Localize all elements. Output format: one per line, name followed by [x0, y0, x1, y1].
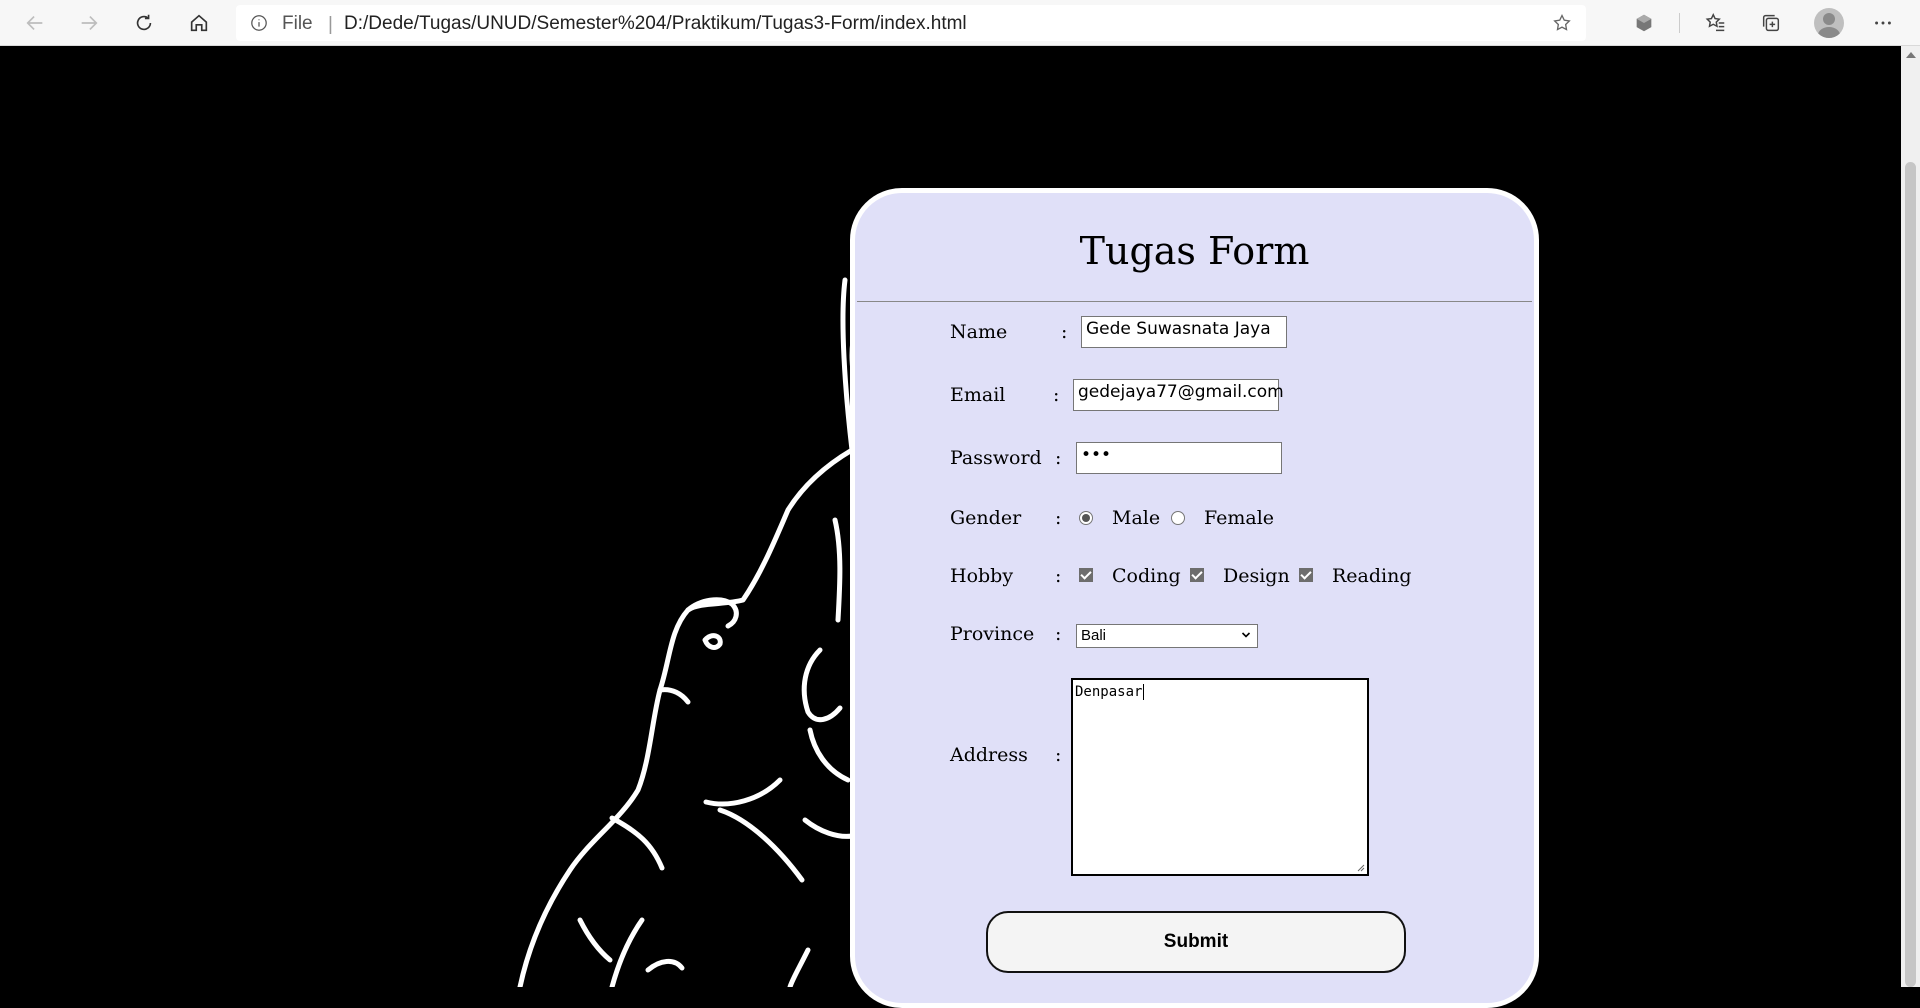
info-icon[interactable]: [250, 14, 268, 32]
gender-label: Gender: [950, 507, 1022, 529]
province-label: Province: [950, 623, 1035, 645]
hobby-colon: :: [1055, 565, 1062, 587]
form-card: Tugas Form Name : Gede Suwasnata Jaya Em…: [850, 188, 1539, 1008]
star-icon[interactable]: [1552, 13, 1572, 33]
submit-button[interactable]: Submit: [986, 911, 1406, 973]
form-title: Tugas Form: [1079, 229, 1310, 273]
collections-icon: [1762, 14, 1780, 32]
address-textarea[interactable]: Denpasar: [1071, 678, 1369, 876]
province-colon: :: [1055, 623, 1062, 645]
password-colon: :: [1055, 447, 1062, 469]
toolbar-divider: [1679, 13, 1680, 33]
resize-handle-icon[interactable]: [1355, 862, 1365, 872]
file-label: File: [282, 13, 313, 34]
title-divider: [857, 301, 1532, 302]
extension-icon: [1636, 14, 1652, 32]
address-colon: :: [1055, 744, 1062, 766]
home-icon: [190, 14, 208, 32]
gender-colon: :: [1055, 507, 1062, 529]
name-colon: :: [1061, 321, 1068, 343]
province-selected-value: Bali: [1081, 627, 1107, 644]
forward-button[interactable]: [72, 6, 106, 40]
browser-toolbar: File | D:/Dede/Tugas/UNUD/Semester%204/P…: [0, 0, 1920, 46]
hobby-reading-label[interactable]: Reading: [1332, 565, 1412, 587]
province-select[interactable]: Bali: [1076, 624, 1258, 648]
gender-male-radio[interactable]: [1079, 511, 1093, 525]
profile-avatar[interactable]: [1814, 8, 1844, 38]
url-text[interactable]: D:/Dede/Tugas/UNUD/Semester%204/Praktiku…: [344, 13, 967, 35]
hobby-coding-checkbox[interactable]: [1079, 568, 1093, 582]
arrow-right-icon: [81, 15, 98, 31]
hobby-design-label[interactable]: Design: [1223, 565, 1290, 587]
email-label: Email: [950, 384, 1006, 406]
address-label: Address: [950, 744, 1028, 766]
home-button[interactable]: [182, 6, 216, 40]
refresh-button[interactable]: [127, 6, 161, 40]
hobby-reading-checkbox[interactable]: [1299, 568, 1313, 582]
address-bar[interactable]: File | D:/Dede/Tugas/UNUD/Semester%204/P…: [236, 5, 1586, 41]
name-input[interactable]: Gede Suwasnata Jaya: [1081, 316, 1287, 348]
scrollbar-thumb[interactable]: [1905, 162, 1916, 987]
gender-female-radio[interactable]: [1171, 511, 1185, 525]
email-colon: :: [1053, 384, 1060, 406]
menu-button[interactable]: [1866, 6, 1900, 40]
arrow-left-icon: [26, 15, 43, 31]
password-label: Password: [950, 447, 1042, 469]
name-label: Name: [950, 321, 1008, 343]
email-input[interactable]: gedejaya77@gmail.com: [1073, 379, 1284, 411]
more-icon: [1875, 21, 1891, 25]
address-text: Denpasar: [1075, 684, 1143, 700]
gender-female-label[interactable]: Female: [1204, 507, 1274, 529]
extension-button[interactable]: [1627, 6, 1661, 40]
password-input[interactable]: •••: [1076, 442, 1282, 474]
back-button[interactable]: [18, 6, 52, 40]
collections-button[interactable]: [1754, 6, 1788, 40]
hobby-coding-label[interactable]: Coding: [1112, 565, 1181, 587]
hobby-label: Hobby: [950, 565, 1014, 587]
vertical-scrollbar[interactable]: [1901, 46, 1920, 987]
text-cursor: [1143, 684, 1145, 700]
scroll-up-icon[interactable]: [1906, 52, 1916, 58]
hobby-design-checkbox[interactable]: [1190, 568, 1204, 582]
refresh-icon: [136, 14, 152, 31]
gender-male-label[interactable]: Male: [1112, 507, 1160, 529]
address-separator: |: [328, 14, 333, 35]
chevron-down-icon: [1241, 632, 1251, 638]
favorites-icon: [1705, 13, 1725, 32]
favorites-button[interactable]: [1699, 6, 1733, 40]
